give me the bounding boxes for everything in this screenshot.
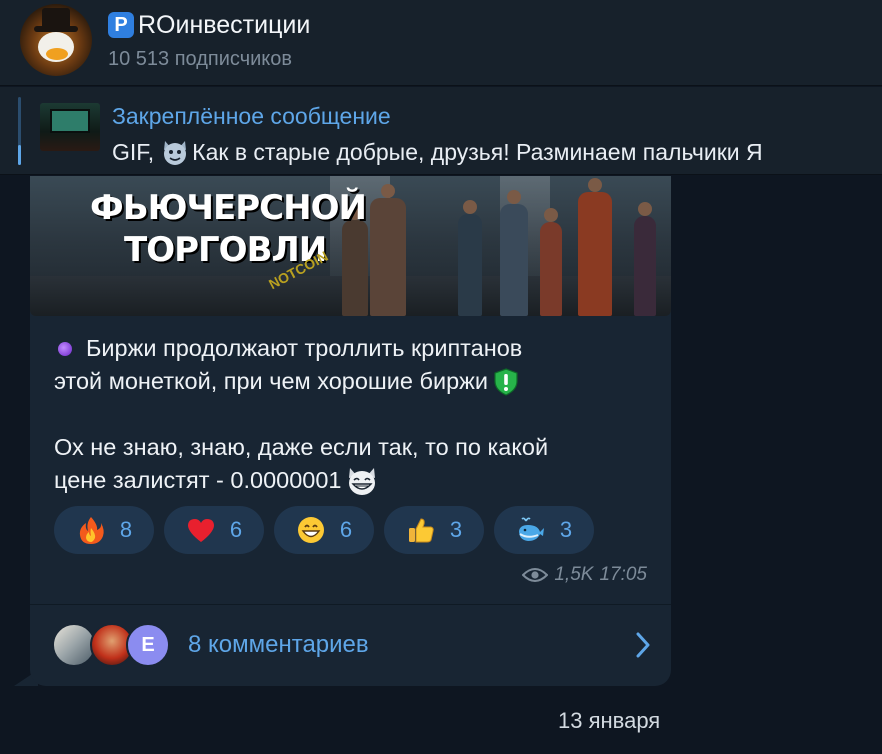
pinned-indicator-active <box>18 145 21 165</box>
eye-icon <box>521 567 549 583</box>
pinned-thumbnail[interactable] <box>40 103 100 151</box>
shield-exclamation-icon <box>492 367 520 396</box>
reaction-thumbs-up[interactable]: 3 <box>384 506 484 554</box>
channel-avatar[interactable] <box>20 4 92 76</box>
message-time: 17:05 <box>599 564 647 585</box>
thumbnail-screen <box>50 109 90 133</box>
purple-dot-icon <box>58 341 72 356</box>
heart-icon <box>186 515 216 545</box>
channel-header[interactable]: P ROинвестиции 10 513 подписчиков <box>0 0 882 86</box>
image-person <box>500 190 528 316</box>
reaction-fire[interactable]: 8 <box>54 506 154 554</box>
channel-title[interactable]: P ROинвестиции <box>108 8 310 42</box>
channel-name: ROинвестиции <box>138 10 311 39</box>
message-line: цене залистят - 0.0000001 <box>54 464 654 497</box>
comments-button[interactable]: E 8 комментариев <box>30 605 671 686</box>
image-person <box>634 202 656 316</box>
commenter-avatar: E <box>126 623 170 667</box>
image-caption-line1: ФЬЮЧЕРСНОЙ <box>90 188 367 228</box>
pinned-text: Как в старые добрые, друзья! Разминаем п… <box>192 138 763 165</box>
message-line: Ох не знаю, знаю, даже если так, то по к… <box>54 434 549 460</box>
view-count: 1,5K <box>554 564 594 585</box>
pinned-preview: GIF, Как в старые добрые, друзья! Размин… <box>112 137 763 167</box>
image-person <box>458 200 482 316</box>
grinning-face-icon <box>296 515 326 545</box>
reaction-grin[interactable]: 6 <box>274 506 374 554</box>
parking-badge-icon: P <box>108 12 134 38</box>
fire-icon <box>76 515 106 545</box>
message-image[interactable]: ФЬЮЧЕРСНОЙ ТОРГОВЛИ NOTCOIN <box>30 176 671 316</box>
grinning-cat-icon <box>346 466 378 496</box>
date-separator: 13 января <box>558 708 661 733</box>
chevron-right-icon <box>635 631 651 659</box>
pinned-gif-label: GIF, <box>112 138 155 165</box>
pinned-message-bar[interactable]: Закреплённое сообщение GIF, Как в старые… <box>0 87 882 175</box>
whale-icon <box>516 515 546 545</box>
comments-label: 8 комментариев <box>188 631 369 658</box>
thumbs-up-icon <box>406 515 436 545</box>
reactions-row: 8 6 6 3 3 <box>54 506 594 554</box>
avatar-beak <box>46 48 68 60</box>
pinned-title: Закреплённое сообщение <box>112 103 391 129</box>
image-person <box>342 206 368 316</box>
message-bubble[interactable]: ФЬЮЧЕРСНОЙ ТОРГОВЛИ NOTCOIN Биржи продол… <box>30 176 671 686</box>
message-line: Биржи продолжают троллить криптанов <box>54 332 654 365</box>
subscriber-count: 10 513 подписчиков <box>108 48 293 70</box>
reaction-whale[interactable]: 3 <box>494 506 594 554</box>
image-person <box>540 208 562 316</box>
message-text: Биржи продолжают троллить криптанов этой… <box>54 332 654 497</box>
reaction-heart[interactable]: 6 <box>164 506 264 554</box>
message-line: этой монеткой, при чем хорошие биржи <box>54 365 654 398</box>
image-person <box>370 184 406 316</box>
message-meta: 1,5K 17:05 <box>521 564 647 586</box>
cat-face-icon <box>160 137 190 167</box>
avatar-hat <box>42 8 70 28</box>
image-person <box>578 178 612 316</box>
